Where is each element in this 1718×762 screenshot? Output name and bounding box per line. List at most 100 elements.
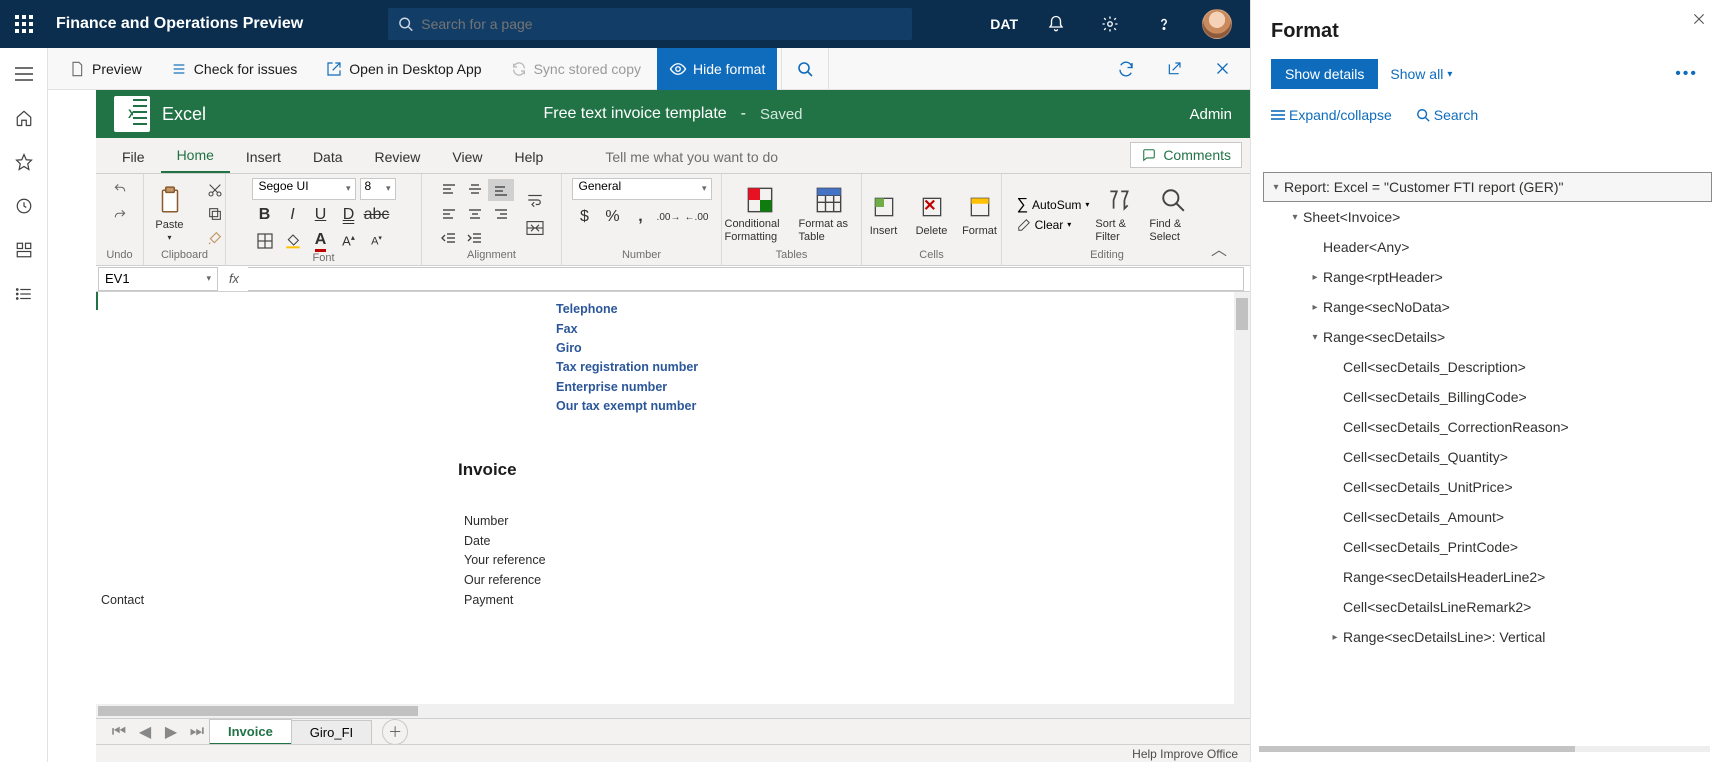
italic-button[interactable]: I (280, 204, 306, 226)
tab-data[interactable]: Data (297, 141, 359, 173)
global-search[interactable] (388, 8, 912, 40)
panel-hscroll[interactable] (1259, 746, 1710, 752)
expand-collapse-link[interactable]: Expand/collapse (1271, 107, 1392, 123)
cell-giro[interactable]: Giro (556, 341, 582, 355)
sheet-nav-next[interactable]: ▶ (158, 719, 184, 745)
merge-center-button[interactable] (522, 217, 548, 239)
tab-insert[interactable]: Insert (230, 141, 297, 173)
fx-icon[interactable]: fx (220, 271, 248, 286)
status-help-improve[interactable]: Help Improve Office (1132, 747, 1238, 761)
tree-node-cell-remark2[interactable]: Cell<secDetailsLineRemark2> (1263, 592, 1712, 622)
autosum-button[interactable]: ∑AutoSum▾ (1017, 196, 1090, 214)
hscroll-thumb[interactable] (98, 706, 418, 716)
format-as-table-button[interactable]: Format as Table (799, 184, 859, 242)
tell-me-input[interactable]: Tell me what you want to do (589, 141, 794, 173)
cell-tax-exempt[interactable]: Our tax exempt number (556, 399, 696, 413)
spreadsheet-viewport[interactable]: Telephone Fax Giro Tax registration numb… (96, 292, 1250, 718)
paste-button[interactable]: Paste▾ (142, 185, 198, 242)
sheet-tab-giro-fi[interactable]: Giro_FI (291, 720, 372, 744)
collapse-icon[interactable]: ▾ (1287, 212, 1303, 223)
increase-indent-button[interactable] (462, 227, 488, 249)
tab-review[interactable]: Review (359, 141, 437, 173)
underline-button[interactable]: U (308, 204, 334, 226)
comma-button[interactable]: , (628, 206, 654, 228)
find-select-button[interactable]: Find & Select (1149, 184, 1197, 242)
decrease-indent-button[interactable] (436, 227, 462, 249)
tree-node-range-headerline2[interactable]: Range<secDetailsHeaderLine2> (1263, 562, 1712, 592)
tree-node-report[interactable]: ▾Report: Excel = "Customer FTI report (G… (1263, 172, 1712, 202)
grow-font-button[interactable]: A▴ (336, 230, 362, 252)
sheet-nav-last[interactable]: ⏭ (184, 719, 210, 745)
tree-node-cell-description[interactable]: Cell<secDetails_Description> (1263, 352, 1712, 382)
app-launcher-button[interactable] (0, 0, 48, 48)
increase-decimal-button[interactable]: .00→ (656, 206, 682, 228)
sort-filter-button[interactable]: Sort & Filter (1095, 184, 1143, 242)
copy-button[interactable] (202, 203, 228, 225)
align-top-button[interactable] (436, 179, 462, 201)
expand-icon[interactable]: ▸ (1307, 302, 1323, 313)
redo-button[interactable] (107, 204, 133, 226)
cell-fax[interactable]: Fax (556, 322, 578, 336)
format-painter-button[interactable] (202, 227, 228, 249)
tree-node-cell-unitprice[interactable]: Cell<secDetails_UnitPrice> (1263, 472, 1712, 502)
strikethrough-button[interactable]: abc (364, 204, 390, 226)
double-underline-button[interactable]: D (336, 204, 362, 226)
tree-node-cell-quantity[interactable]: Cell<secDetails_Quantity> (1263, 442, 1712, 472)
collapse-icon[interactable]: ▾ (1268, 182, 1284, 193)
collapse-icon[interactable]: ▾ (1307, 332, 1323, 343)
vscroll-thumb[interactable] (1236, 298, 1248, 330)
tab-file[interactable]: File (106, 141, 161, 173)
cell-date[interactable]: Date (464, 534, 490, 548)
borders-button[interactable] (252, 230, 278, 252)
cell-invoice-title[interactable]: Invoice (458, 460, 517, 480)
wrap-text-button[interactable] (522, 189, 548, 211)
font-color-button[interactable]: A (308, 230, 334, 252)
align-left-button[interactable] (436, 203, 462, 225)
tree-node-range-detailsline[interactable]: ▸Range<secDetailsLine>: Vertical (1263, 622, 1712, 652)
clear-button[interactable]: Clear▾ (1017, 218, 1090, 232)
tab-view[interactable]: View (436, 141, 498, 173)
currency-button[interactable]: $ (572, 206, 598, 228)
decrease-decimal-button[interactable]: ←.00 (684, 206, 710, 228)
hide-format-button[interactable]: Hide format (657, 48, 777, 90)
nav-modules[interactable] (0, 272, 48, 316)
cells-delete-button[interactable]: Delete (910, 191, 954, 237)
nav-workspaces[interactable] (0, 228, 48, 272)
fill-color-button[interactable] (280, 230, 306, 252)
tree-node-cell-billingcode[interactable]: Cell<secDetails_BillingCode> (1263, 382, 1712, 412)
cell-tax-reg[interactable]: Tax registration number (556, 360, 698, 374)
action-bar-search-button[interactable] (781, 48, 829, 90)
action-bar-popout[interactable] (1154, 48, 1194, 90)
font-name-select[interactable]: Segoe UI (252, 178, 356, 200)
cells-insert-button[interactable]: Insert (862, 191, 906, 237)
percent-button[interactable]: % (600, 206, 626, 228)
expand-icon[interactable]: ▸ (1327, 632, 1343, 643)
cells-format-button[interactable]: Format (958, 191, 1002, 237)
tree-node-secdetails[interactable]: ▾Range<secDetails> (1263, 322, 1712, 352)
tree-node-cell-amount[interactable]: Cell<secDetails_Amount> (1263, 502, 1712, 532)
notifications-button[interactable] (1040, 8, 1072, 40)
align-right-button[interactable] (488, 203, 514, 225)
panel-search-link[interactable]: Search (1416, 107, 1478, 123)
cell-enterprise[interactable]: Enterprise number (556, 380, 667, 394)
show-all-link[interactable]: Show all ▾ (1390, 66, 1452, 82)
tree-node-rptheader[interactable]: ▸Range<rptHeader> (1263, 262, 1712, 292)
vertical-scrollbar[interactable] (1234, 292, 1250, 718)
bold-button[interactable]: B (252, 204, 278, 226)
company-selector[interactable]: DAT (990, 16, 1018, 32)
sheet-nav-first[interactable]: ⏮ (106, 719, 132, 745)
cell-telephone[interactable]: Telephone (556, 302, 618, 316)
horizontal-scrollbar[interactable] (96, 704, 1234, 718)
help-button[interactable] (1148, 8, 1180, 40)
action-bar-refresh[interactable] (1106, 48, 1146, 90)
tab-help[interactable]: Help (499, 141, 560, 173)
excel-document-name[interactable]: Free text invoice template (543, 105, 726, 123)
align-center-button[interactable] (462, 203, 488, 225)
excel-user-name[interactable]: Admin (1189, 106, 1232, 123)
tree-node-cell-correction[interactable]: Cell<secDetails_CorrectionReason> (1263, 412, 1712, 442)
name-box[interactable]: EV1▾ (98, 267, 218, 291)
action-bar-close[interactable] (1202, 48, 1242, 90)
sheet-nav-prev[interactable]: ◀ (132, 719, 158, 745)
user-avatar[interactable] (1202, 9, 1232, 39)
panel-close-button[interactable] (1692, 12, 1706, 26)
